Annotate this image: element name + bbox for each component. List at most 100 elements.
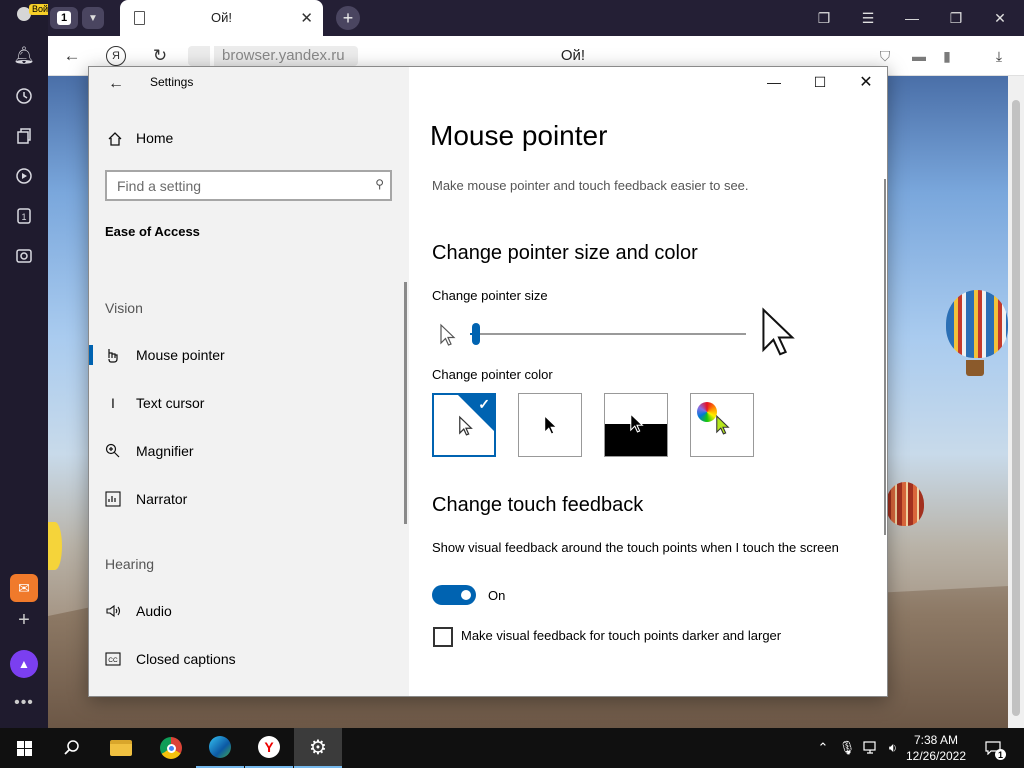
nav-item-closed-captions[interactable]: CC Closed captions bbox=[89, 639, 409, 679]
page-scrollbar[interactable] bbox=[1008, 76, 1024, 728]
protect-icon[interactable]: ⛉ bbox=[874, 45, 896, 67]
add-icon[interactable]: + bbox=[12, 608, 36, 632]
home-link[interactable]: Home bbox=[136, 130, 173, 146]
nav-item-magnifier[interactable]: Magnifier bbox=[89, 431, 409, 471]
taskbar-file-explorer[interactable] bbox=[97, 728, 145, 768]
more-icon[interactable]: ••• bbox=[12, 694, 36, 711]
toggle-state-label: On bbox=[488, 588, 506, 603]
menu-icon[interactable]: ☰ bbox=[856, 6, 880, 30]
settings-nav-pane: ← Settings Home ⚲ Ease of Access Vision … bbox=[89, 67, 409, 696]
taskbar-clock[interactable]: 7:38 AM 12/26/2022 bbox=[898, 732, 974, 764]
nav-item-label: Audio bbox=[136, 603, 172, 619]
lock-icon[interactable] bbox=[188, 46, 210, 66]
chrome-icon bbox=[160, 737, 182, 759]
page-title-address[interactable]: Ой! bbox=[540, 47, 606, 64]
home-icon[interactable] bbox=[105, 129, 125, 149]
page-title: Mouse pointer bbox=[430, 120, 608, 151]
search-icon bbox=[64, 740, 79, 755]
nav-item-label: Text cursor bbox=[136, 395, 205, 411]
nav-item-narrator[interactable]: Narrator bbox=[89, 479, 409, 519]
taskbar-chrome[interactable] bbox=[147, 728, 195, 768]
checkmark-icon: ✓ bbox=[478, 396, 490, 412]
tab-close-icon[interactable]: ✕ bbox=[300, 9, 313, 27]
pointer-color-white[interactable]: ✓ bbox=[432, 393, 496, 457]
close-window-icon[interactable]: ✕ bbox=[988, 6, 1012, 30]
screenshot-icon[interactable] bbox=[12, 244, 36, 268]
tab-count: 1 bbox=[57, 11, 71, 25]
tab-title: Ой! bbox=[211, 10, 232, 25]
tab-counter-button[interactable]: 1 bbox=[50, 7, 78, 29]
page-scrollbar-thumb[interactable] bbox=[1012, 100, 1020, 716]
color-wheel-icon bbox=[697, 402, 717, 422]
bookmarks-icon[interactable]: ❐ bbox=[812, 6, 836, 30]
edge-icon bbox=[209, 736, 231, 758]
comment-icon[interactable]: ▬ bbox=[908, 45, 930, 67]
collections-icon[interactable] bbox=[12, 124, 36, 148]
nav-item-text-cursor[interactable]: I Text cursor bbox=[89, 383, 409, 423]
settings-search-input[interactable] bbox=[107, 172, 347, 199]
black-pointer-icon bbox=[544, 415, 558, 435]
tray-chevron-up-icon[interactable]: ⌃ bbox=[814, 740, 832, 756]
small-pointer-icon bbox=[439, 323, 457, 353]
mail-icon[interactable]: ✉ bbox=[10, 574, 38, 602]
start-button[interactable] bbox=[0, 728, 48, 768]
tab-counter-icon[interactable]: 1 bbox=[12, 204, 36, 228]
inverted-pointer-icon bbox=[630, 412, 644, 433]
yandex-logo: Я bbox=[106, 46, 126, 66]
login-button[interactable]: Войти bbox=[6, 4, 61, 32]
taskbar-settings[interactable]: ⚙ bbox=[294, 728, 342, 768]
settings-window: ← Settings Home ⚲ Ease of Access Vision … bbox=[88, 66, 888, 697]
pointer-color-custom[interactable] bbox=[690, 393, 754, 457]
download-icon[interactable]: ⤓ bbox=[988, 45, 1010, 67]
taskbar-edge[interactable] bbox=[196, 728, 244, 768]
back-icon[interactable]: ← bbox=[60, 44, 84, 68]
document-icon bbox=[134, 11, 145, 25]
nav-scrollbar[interactable] bbox=[404, 282, 407, 524]
bookmark-icon[interactable]: ▮ bbox=[936, 45, 958, 67]
large-pointer-icon bbox=[759, 305, 799, 359]
microphone-icon[interactable]: 🎙︎ bbox=[838, 740, 856, 756]
network-icon[interactable] bbox=[862, 740, 880, 756]
pointer-color-black[interactable] bbox=[518, 393, 582, 457]
toggle-knob bbox=[461, 590, 471, 600]
search-icon[interactable]: ⚲ bbox=[375, 177, 384, 191]
notification-count: 1 bbox=[995, 749, 1006, 760]
pointer-size-slider-track[interactable] bbox=[470, 333, 746, 335]
windows-icon bbox=[16, 740, 32, 756]
hot-air-balloon-small bbox=[886, 482, 924, 526]
taskbar-search-button[interactable] bbox=[48, 728, 96, 768]
restore-icon[interactable]: ❐ bbox=[944, 6, 968, 30]
settings-search-box[interactable]: ⚲ bbox=[105, 170, 392, 201]
play-icon[interactable] bbox=[12, 164, 36, 188]
yandex-button[interactable]: Я bbox=[104, 44, 128, 68]
nav-item-mouse-pointer[interactable]: Mouse pointer bbox=[89, 335, 409, 375]
darker-feedback-checkbox[interactable] bbox=[433, 627, 453, 647]
touch-feedback-toggle[interactable] bbox=[432, 585, 476, 605]
taskbar: Y ⚙ ⌃ 🎙︎ 🔉︎ 7:38 AM 12/26/2022 1 bbox=[0, 728, 1024, 768]
content-scrollbar[interactable] bbox=[884, 179, 886, 535]
new-tab-button[interactable]: + bbox=[336, 6, 360, 30]
browser-tab[interactable]: Ой! ✕ bbox=[120, 0, 323, 36]
notification-icon[interactable]: 1 bbox=[982, 738, 1006, 760]
pointer-color-inverted[interactable] bbox=[604, 393, 668, 457]
folder-icon bbox=[110, 740, 132, 756]
nav-item-audio[interactable]: Audio bbox=[89, 591, 409, 631]
narrator-icon bbox=[103, 489, 123, 509]
minimize-icon[interactable]: — bbox=[900, 6, 924, 30]
chevron-down-icon[interactable]: ▼ bbox=[82, 7, 104, 29]
svg-text:CC: CC bbox=[108, 657, 118, 664]
nav-item-label: Mouse pointer bbox=[136, 347, 225, 363]
history-icon[interactable] bbox=[12, 84, 36, 108]
custom-pointer-icon bbox=[716, 414, 730, 435]
hot-air-balloon-edge bbox=[48, 522, 62, 570]
alice-assistant-icon[interactable]: ▲ bbox=[10, 650, 38, 678]
pointer-size-slider-thumb[interactable] bbox=[471, 323, 480, 345]
taskbar-yandex[interactable]: Y bbox=[245, 728, 293, 768]
back-arrow-icon[interactable]: ← bbox=[105, 73, 127, 95]
darker-feedback-label[interactable]: Make visual feedback for touch points da… bbox=[461, 628, 781, 643]
audio-icon bbox=[103, 601, 123, 621]
reload-icon[interactable]: ↻ bbox=[148, 44, 172, 68]
browser-sidebar: Войти 🔔︎ 1 ✉ + ▲ ••• bbox=[0, 0, 61, 728]
url-host[interactable]: browser.yandex.ru bbox=[214, 46, 358, 66]
bell-icon[interactable]: 🔔︎ bbox=[12, 44, 36, 68]
